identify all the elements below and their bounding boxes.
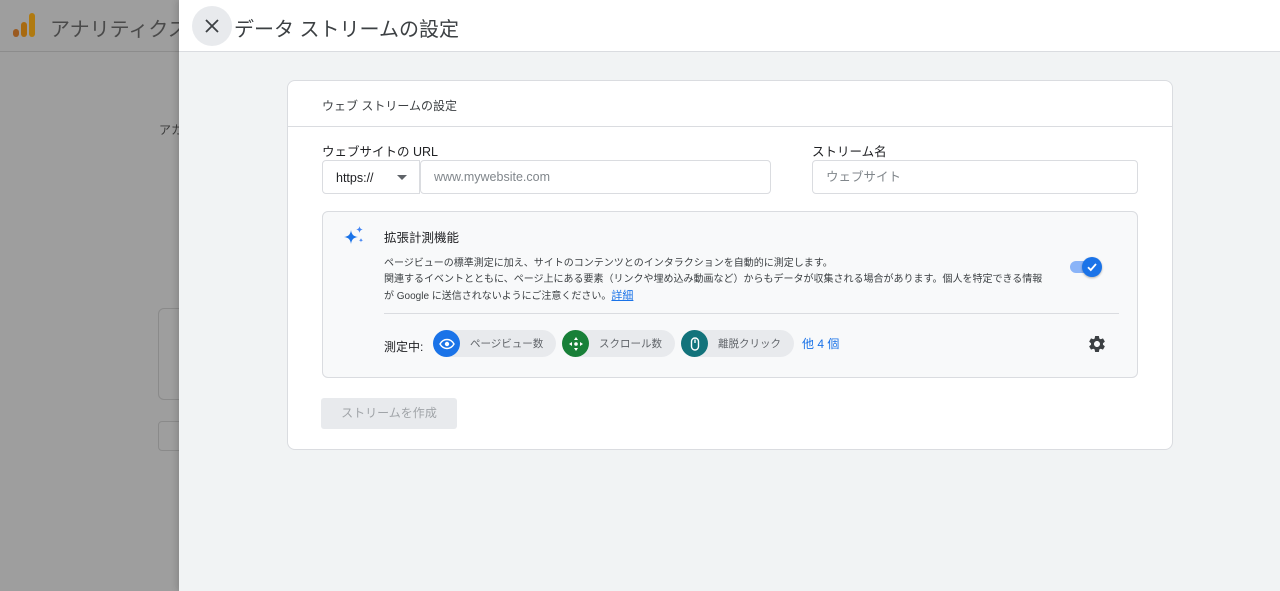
chip-label: ページビュー数 — [470, 338, 544, 350]
check-icon — [1087, 263, 1097, 272]
chip-label: スクロール数 — [599, 338, 662, 350]
url-label: ウェブサイトの URL — [322, 145, 438, 159]
analytics-logo-icon — [13, 13, 35, 37]
eye-icon — [433, 330, 460, 357]
panel-title: データ ストリームの設定 — [234, 19, 459, 41]
protocol-select[interactable]: https:// — [322, 160, 420, 194]
stream-setup-panel: データ ストリームの設定 ウェブ ストリームの設定 ウェブサイトの URL ht… — [179, 0, 1280, 591]
enhanced-measurement-description: ページビューの標準測定に加え、サイトのコンテンツとのインタラクションを自動的に測… — [384, 256, 1074, 305]
more-events-link[interactable]: 他 4 個 — [802, 335, 839, 352]
details-link[interactable]: 詳細 — [611, 290, 633, 302]
description-text: が Google に送信されないようにご注意ください。 — [384, 291, 612, 302]
app-title: アナリティクス — [50, 19, 188, 41]
chip-scrolls: スクロール数 — [562, 330, 675, 357]
enhanced-measurement-toggle[interactable] — [1070, 257, 1102, 277]
create-stream-button[interactable]: ストリームを作成 — [321, 398, 457, 429]
chip-outbound-clicks: 離脱クリック — [681, 330, 794, 357]
description-line: が Google に送信されないようにご注意ください。詳細 — [384, 288, 1074, 305]
web-stream-card: ウェブ ストリームの設定 ウェブサイトの URL https:// ストリーム名… — [287, 80, 1173, 450]
chip-page-views: ページビュー数 — [433, 330, 557, 357]
website-url-input[interactable] — [420, 160, 771, 194]
divider — [384, 313, 1119, 314]
enhanced-measurement-section: 拡張計測機能 ページビューの標準測定に加え、サイトのコンテンツとのインタラクショ… — [322, 211, 1138, 378]
close-icon — [205, 19, 219, 33]
description-line: 関連するイベントとともに、ページ上にある要素（リンクや埋め込み動画など）からもデ… — [384, 274, 1043, 285]
enhanced-measurement-title: 拡張計測機能 — [384, 231, 460, 245]
gear-icon[interactable] — [1087, 334, 1107, 354]
move-arrows-icon — [562, 330, 589, 357]
protocol-value: https:// — [336, 171, 374, 185]
toggle-knob — [1082, 257, 1102, 277]
close-button[interactable] — [192, 6, 232, 46]
panel-header: データ ストリームの設定 — [179, 0, 1280, 52]
measuring-label: 測定中: — [384, 340, 424, 354]
description-line: ページビューの標準測定に加え、サイトのコンテンツとのインタラクションを自動的に測… — [384, 258, 833, 269]
stream-name-input[interactable] — [812, 160, 1138, 194]
chip-label: 離脱クリック — [718, 338, 781, 350]
caret-down-icon — [397, 175, 407, 180]
stream-name-label: ストリーム名 — [812, 145, 887, 159]
card-header: ウェブ ストリームの設定 — [288, 81, 1172, 127]
sparkle-icon — [344, 226, 364, 244]
mouse-icon — [681, 330, 708, 357]
